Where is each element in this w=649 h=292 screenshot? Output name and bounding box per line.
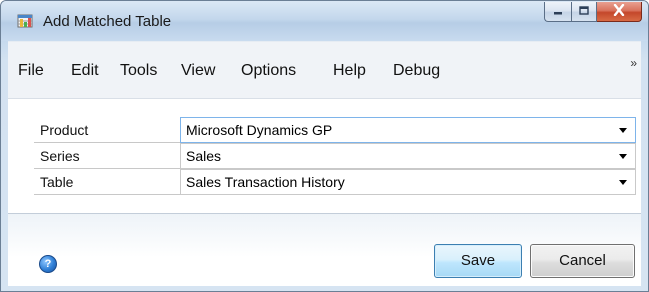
cancel-button[interactable]: Cancel [530,244,635,278]
maximize-button[interactable] [571,2,597,22]
menu-bar: File Edit Tools View Options Help Debug … [8,41,641,98]
table-dropdown[interactable]: Sales Transaction History [180,169,636,195]
table-value: Sales Transaction History [186,174,345,190]
series-value: Sales [186,148,222,164]
series-label: Series [34,143,180,169]
table-label: Table [34,169,180,195]
button-bar: ? Save Cancel [8,213,641,286]
chevron-down-icon[interactable] [619,128,627,133]
window-title: Add Matched Table [43,13,172,30]
series-row: Series Sales [34,143,636,169]
product-label: Product [34,117,180,143]
product-dropdown[interactable]: Microsoft Dynamics GP [180,117,636,143]
minimize-button[interactable] [544,2,571,22]
menu-tools[interactable]: Tools [120,62,157,80]
chevron-down-icon[interactable] [619,180,627,185]
menu-view[interactable]: View [181,62,215,80]
field-area: Product Microsoft Dynamics GP Series Sal… [8,98,641,213]
product-value: Microsoft Dynamics GP [186,122,333,138]
save-button[interactable]: Save [434,244,522,278]
menu-overflow-chevron-icon[interactable]: » [630,56,637,70]
series-dropdown[interactable]: Sales [180,143,636,169]
product-row: Product Microsoft Dynamics GP [34,117,636,143]
caption-buttons [544,2,642,22]
close-button[interactable] [597,2,642,22]
close-icon [612,3,626,21]
chevron-down-icon[interactable] [619,154,627,159]
help-icon[interactable]: ? [39,255,57,273]
menu-debug[interactable]: Debug [393,62,440,80]
menu-help[interactable]: Help [333,62,366,80]
menu-file[interactable]: File [18,62,44,80]
minimize-icon [552,3,564,21]
table-window-icon [17,13,35,29]
table-row: Table Sales Transaction History [34,169,636,195]
menu-options[interactable]: Options [241,62,296,80]
title-bar[interactable]: Add Matched Table [1,1,648,41]
menu-edit[interactable]: Edit [71,62,99,80]
add-matched-table-window: Add Matched Table File Edit Tools View O… [0,0,649,292]
maximize-icon [578,3,590,21]
